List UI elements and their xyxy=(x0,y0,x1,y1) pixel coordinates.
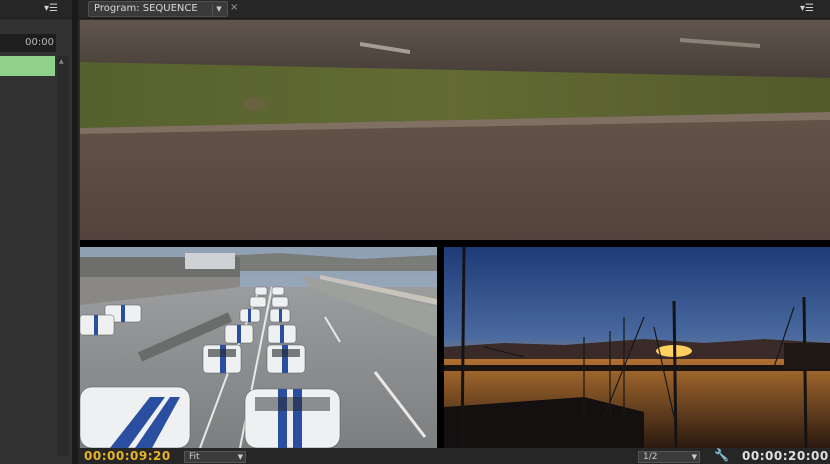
panel-menu-icon[interactable]: ▾☰ xyxy=(800,3,814,14)
tab-program-sequence[interactable]: Program: SEQUENCE ▼ xyxy=(88,1,228,17)
video-frame-sunset xyxy=(444,247,830,448)
playback-controls: 00:00:09:20 Fit ▼ 1/2 ▼ 🔧 00:00:20:00 xyxy=(78,448,830,464)
tab-label: Program: SEQUENCE xyxy=(94,3,198,14)
program-monitor: Program: SEQUENCE ▼ × ▾☰ 00:00:09:20 Fit… xyxy=(78,0,830,464)
timeline-clip[interactable] xyxy=(0,56,55,76)
left-timecode[interactable]: 00:00 xyxy=(0,34,56,52)
close-icon[interactable]: × xyxy=(230,2,238,13)
current-timecode[interactable]: 00:00:09:20 xyxy=(84,449,171,463)
resolution-value: 1/2 xyxy=(643,452,658,462)
zoom-level-select[interactable]: Fit ▼ xyxy=(184,451,246,463)
duration-timecode: 00:00:20:00 xyxy=(742,449,829,463)
left-scrollbar[interactable] xyxy=(57,56,69,456)
chevron-down-icon: ▼ xyxy=(237,453,243,461)
scroll-up-icon[interactable]: ▲ xyxy=(59,58,64,65)
panel-menu-icon[interactable]: ▾☰ xyxy=(44,3,58,14)
video-frame-cars xyxy=(80,247,437,448)
playback-resolution-select[interactable]: 1/2 ▼ xyxy=(638,451,700,463)
settings-wrench-icon[interactable]: 🔧 xyxy=(714,448,729,462)
zoom-level-value: Fit xyxy=(189,452,200,462)
video-viewer[interactable] xyxy=(80,20,830,448)
chevron-down-icon[interactable]: ▼ xyxy=(212,4,225,15)
chevron-down-icon: ▼ xyxy=(691,453,697,461)
program-tabbar: Program: SEQUENCE ▼ × ▾☰ xyxy=(78,0,830,19)
left-panel: ▾☰ 00:00 ▲ xyxy=(0,0,72,464)
video-frame-runway xyxy=(80,20,830,240)
left-panel-tabbar: ▾☰ xyxy=(0,0,72,19)
